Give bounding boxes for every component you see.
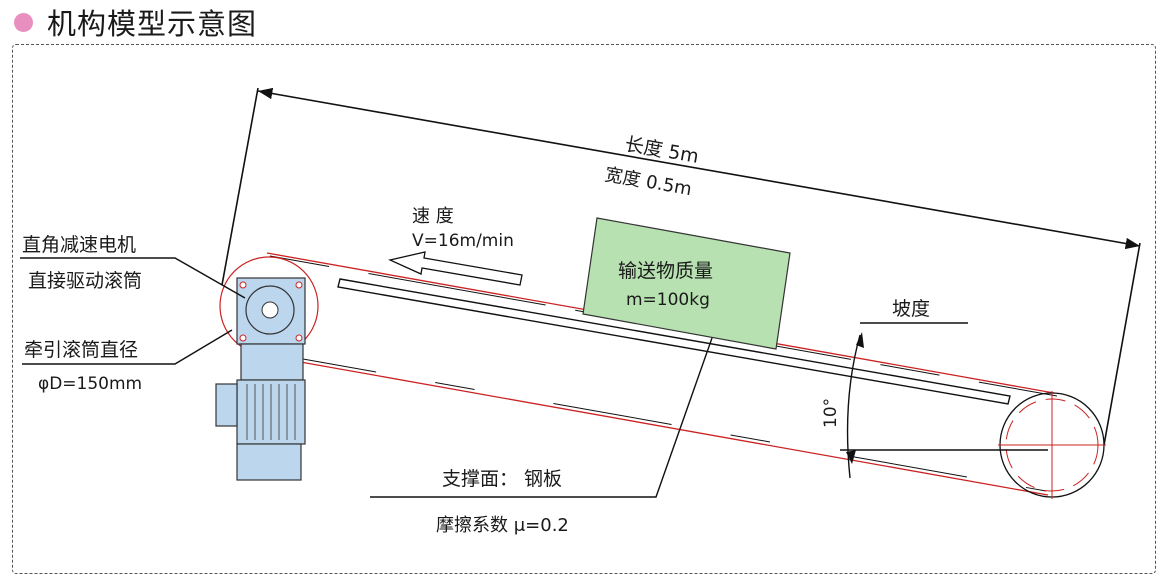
friction-label: 摩擦系数 μ=0.2 <box>436 515 569 536</box>
speed-title: 速 度 <box>412 206 454 227</box>
motor-leader: 直角减速电机 直接驱动滚筒 <box>20 234 246 299</box>
drum-label-line1: 牵引滚筒直径 <box>24 339 138 361</box>
slope-label: 坡度 <box>892 298 930 320</box>
motor-label-line2: 直接驱动滚筒 <box>28 270 142 292</box>
motor-label-line1: 直角减速电机 <box>22 234 136 256</box>
speed-indicator: 速 度 V=16m/min <box>387 206 523 286</box>
angle-label: 10° <box>821 398 841 428</box>
cargo-value: m=100kg <box>626 290 710 310</box>
width-label: 宽度 0.5m <box>603 164 693 200</box>
support-leader: 支撑面： 钢板 摩擦系数 μ=0.2 <box>370 337 713 536</box>
support-label: 支撑面： 钢板 <box>442 468 562 490</box>
conveyor-diagram: 长度 5m 宽度 0.5m 输送物质量 m=100kg 速 度 V=16m/mi… <box>20 87 1141 536</box>
direction-arrow-icon <box>387 251 523 286</box>
speed-value: V=16m/min <box>412 231 514 251</box>
cargo-box: 输送物质量 m=100kg <box>582 217 791 350</box>
drum-leader: 牵引滚筒直径 φD=150mm <box>22 329 233 394</box>
cargo-title: 输送物质量 <box>618 260 713 282</box>
drum-label-line2: φD=150mm <box>38 374 142 394</box>
tail-drum <box>998 391 1106 499</box>
